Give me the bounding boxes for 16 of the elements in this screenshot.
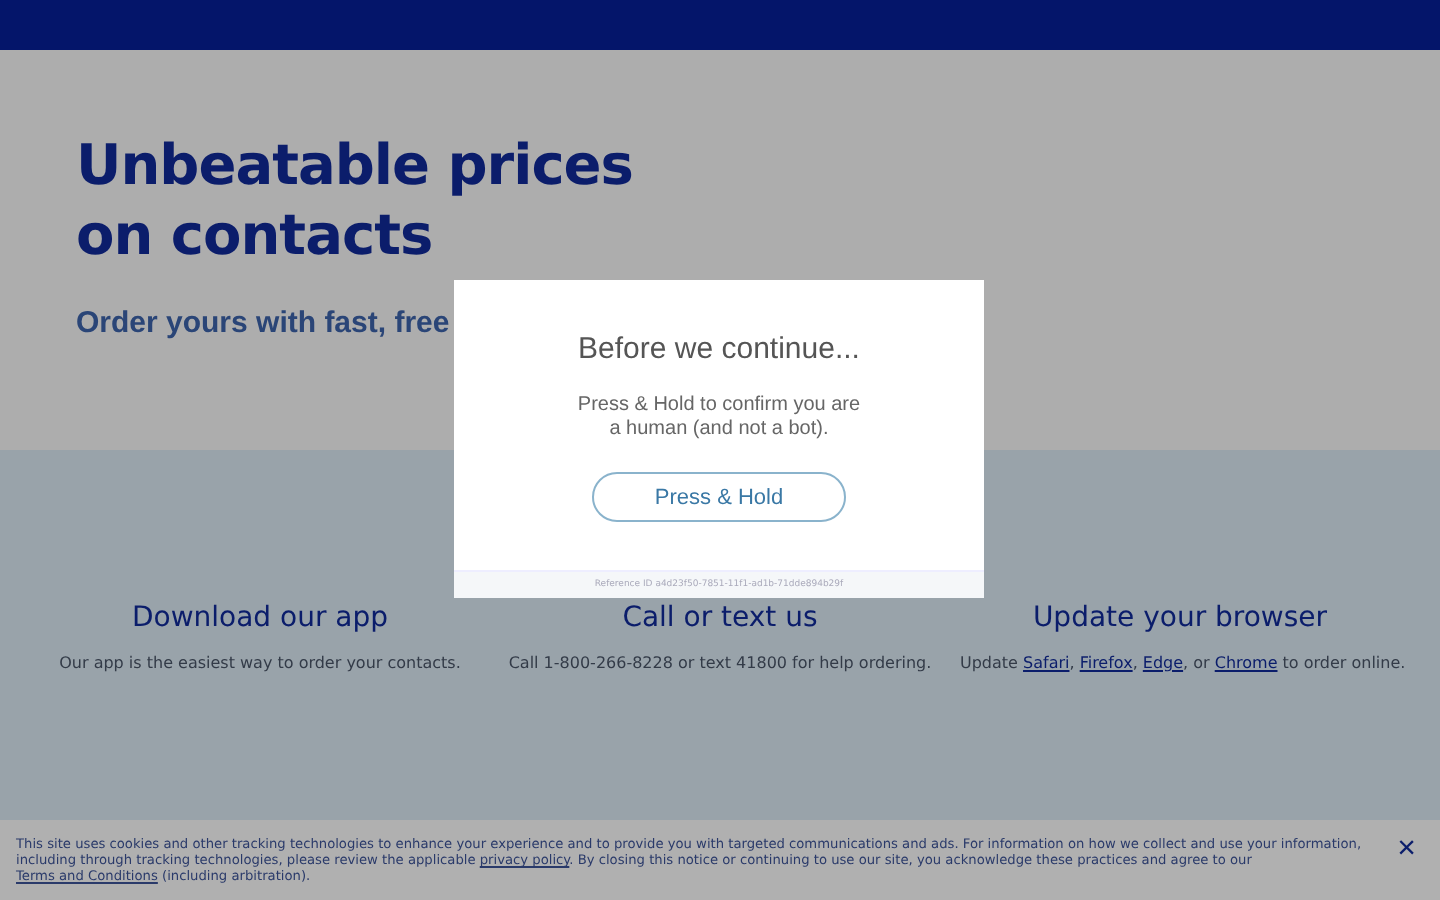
hero-subtitle: Order yours with fast, free <box>76 306 452 340</box>
browser-link[interactable]: Firefox <box>1079 654 1133 672</box>
browser-link[interactable]: Safari <box>1023 654 1070 672</box>
browser-link[interactable]: Chrome <box>1214 654 1278 672</box>
feature-text: Call 1-800-266-8228 or text 41800 for help ordering. <box>506 654 934 672</box>
feature-text: Our app is the easiest way to order your contacts. <box>57 654 463 672</box>
close-button[interactable]: × <box>1389 836 1424 864</box>
feature-heading: Update your browser <box>1030 602 1330 634</box>
feature-heading: Call or text us <box>620 602 820 634</box>
feature-heading: Download our app <box>129 602 391 634</box>
browser-link[interactable]: Edge <box>1142 654 1184 672</box>
press-hold-button[interactable]: Press & Hold <box>592 472 846 522</box>
dialog-title: Before we continue... <box>578 332 860 366</box>
feature-text: Update Safari, Firefox, Edge, or Chrome to order online. <box>960 654 1400 672</box>
hero-title: Unbeatable prices on contacts <box>76 130 635 270</box>
dialog-message: Press & Hold to confirm you are a human (and not a bot). <box>577 394 861 442</box>
